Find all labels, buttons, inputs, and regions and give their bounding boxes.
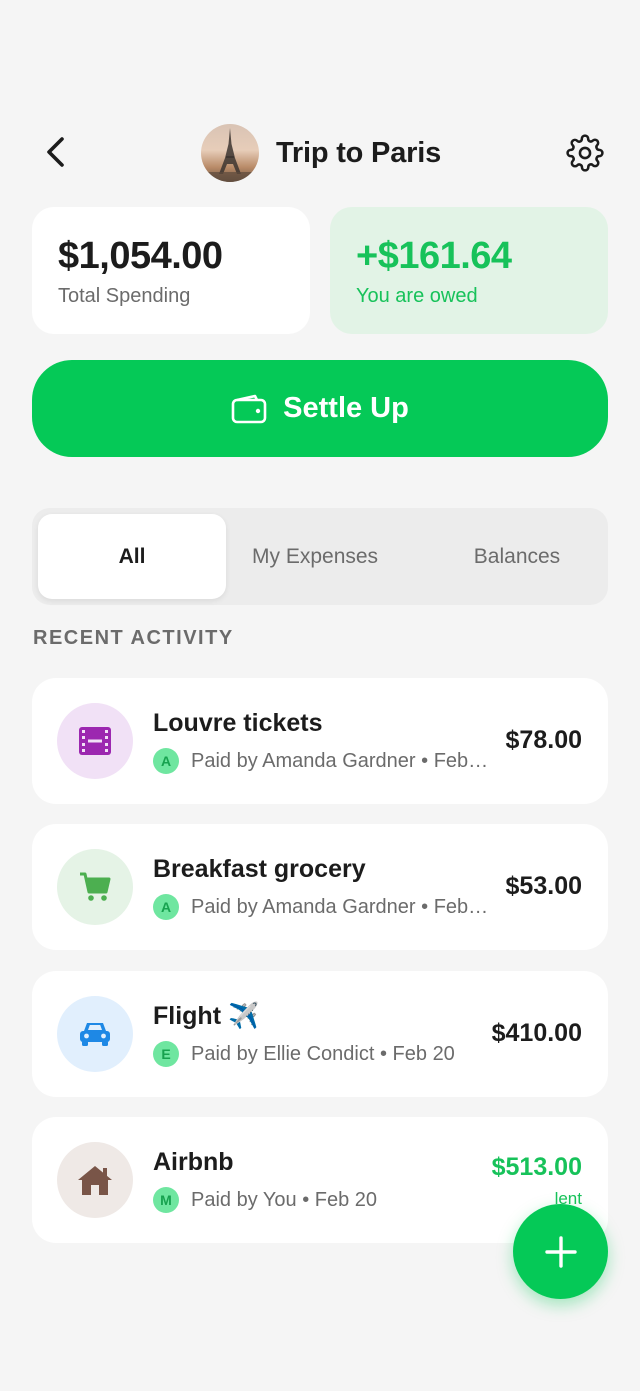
activity-meta-text: Paid by Amanda Gardner • Feb… — [191, 895, 489, 918]
activity-title: Flight ✈️ — [153, 1002, 260, 1030]
payer-avatar: A — [153, 894, 179, 920]
plus-icon — [544, 1235, 577, 1268]
activity-item-louvre[interactable]: Louvre tickets A Paid by Amanda Gardner … — [32, 678, 608, 804]
settings-button[interactable] — [565, 133, 605, 173]
add-expense-button[interactable] — [513, 1204, 608, 1299]
house-icon — [78, 1166, 112, 1195]
settle-up-button[interactable]: Settle Up — [32, 360, 608, 457]
owed-card[interactable]: +$161.64 You are owed — [330, 207, 608, 334]
activity-meta-text: Paid by Amanda Gardner • Feb… — [191, 749, 489, 772]
total-spending-label: Total Spending — [58, 285, 191, 307]
payer-avatar: A — [153, 748, 179, 774]
activity-icon-wrap — [57, 703, 133, 779]
chevron-left-icon — [47, 137, 64, 167]
activity-meta: E Paid by Ellie Condict • Feb 20 — [153, 1041, 455, 1067]
activity-amount: $78.00 — [505, 726, 582, 754]
activity-meta: A Paid by Amanda Gardner • Feb… — [153, 748, 488, 774]
segmented-tabs: All My Expenses Balances — [32, 508, 608, 605]
header: Trip to Paris — [0, 120, 640, 186]
activity-meta: M Paid by You • Feb 20 — [153, 1187, 377, 1213]
activity-item-flight[interactable]: Flight ✈️ E Paid by Ellie Condict • Feb … — [32, 971, 608, 1097]
trip-title-group[interactable]: Trip to Paris — [201, 124, 441, 182]
activity-meta: A Paid by Amanda Gardner • Feb… — [153, 894, 488, 920]
activity-title: Breakfast grocery — [153, 855, 366, 883]
film-icon — [79, 727, 111, 755]
owed-label: You are owed — [356, 285, 478, 307]
activity-icon-wrap — [57, 1142, 133, 1218]
total-spending-card: $1,054.00 Total Spending — [32, 207, 310, 334]
total-spending-amount: $1,054.00 — [58, 235, 223, 277]
settle-up-label: Settle Up — [283, 392, 409, 424]
recent-activity-heading: RECENT ACTIVITY — [33, 627, 234, 649]
tab-balances[interactable]: Balances — [442, 514, 592, 599]
activity-amount: $513.00 — [491, 1153, 582, 1181]
trip-avatar — [201, 124, 259, 182]
payer-avatar: E — [153, 1041, 179, 1067]
payer-avatar: M — [153, 1187, 179, 1213]
shopping-cart-icon — [80, 872, 111, 901]
owed-amount: +$161.64 — [356, 235, 512, 277]
activity-amount: $53.00 — [505, 872, 582, 900]
page-title: Trip to Paris — [276, 136, 441, 169]
eiffel-tower-icon — [201, 128, 259, 182]
activity-title: Louvre tickets — [153, 709, 323, 737]
car-icon — [80, 1023, 110, 1046]
back-button[interactable] — [36, 132, 76, 172]
activity-meta-text: Paid by Ellie Condict • Feb 20 — [191, 1042, 455, 1065]
tab-all[interactable]: All — [38, 514, 226, 599]
wallet-icon — [231, 394, 267, 424]
activity-icon-wrap — [57, 849, 133, 925]
activity-meta-text: Paid by You • Feb 20 — [191, 1188, 378, 1211]
tab-my-expenses[interactable]: My Expenses — [252, 514, 412, 599]
activity-amount: $410.00 — [491, 1019, 582, 1047]
activity-item-breakfast[interactable]: Breakfast grocery A Paid by Amanda Gardn… — [32, 824, 608, 950]
gear-icon — [566, 134, 604, 172]
activity-title: Airbnb — [153, 1148, 234, 1176]
activity-icon-wrap — [57, 996, 133, 1072]
